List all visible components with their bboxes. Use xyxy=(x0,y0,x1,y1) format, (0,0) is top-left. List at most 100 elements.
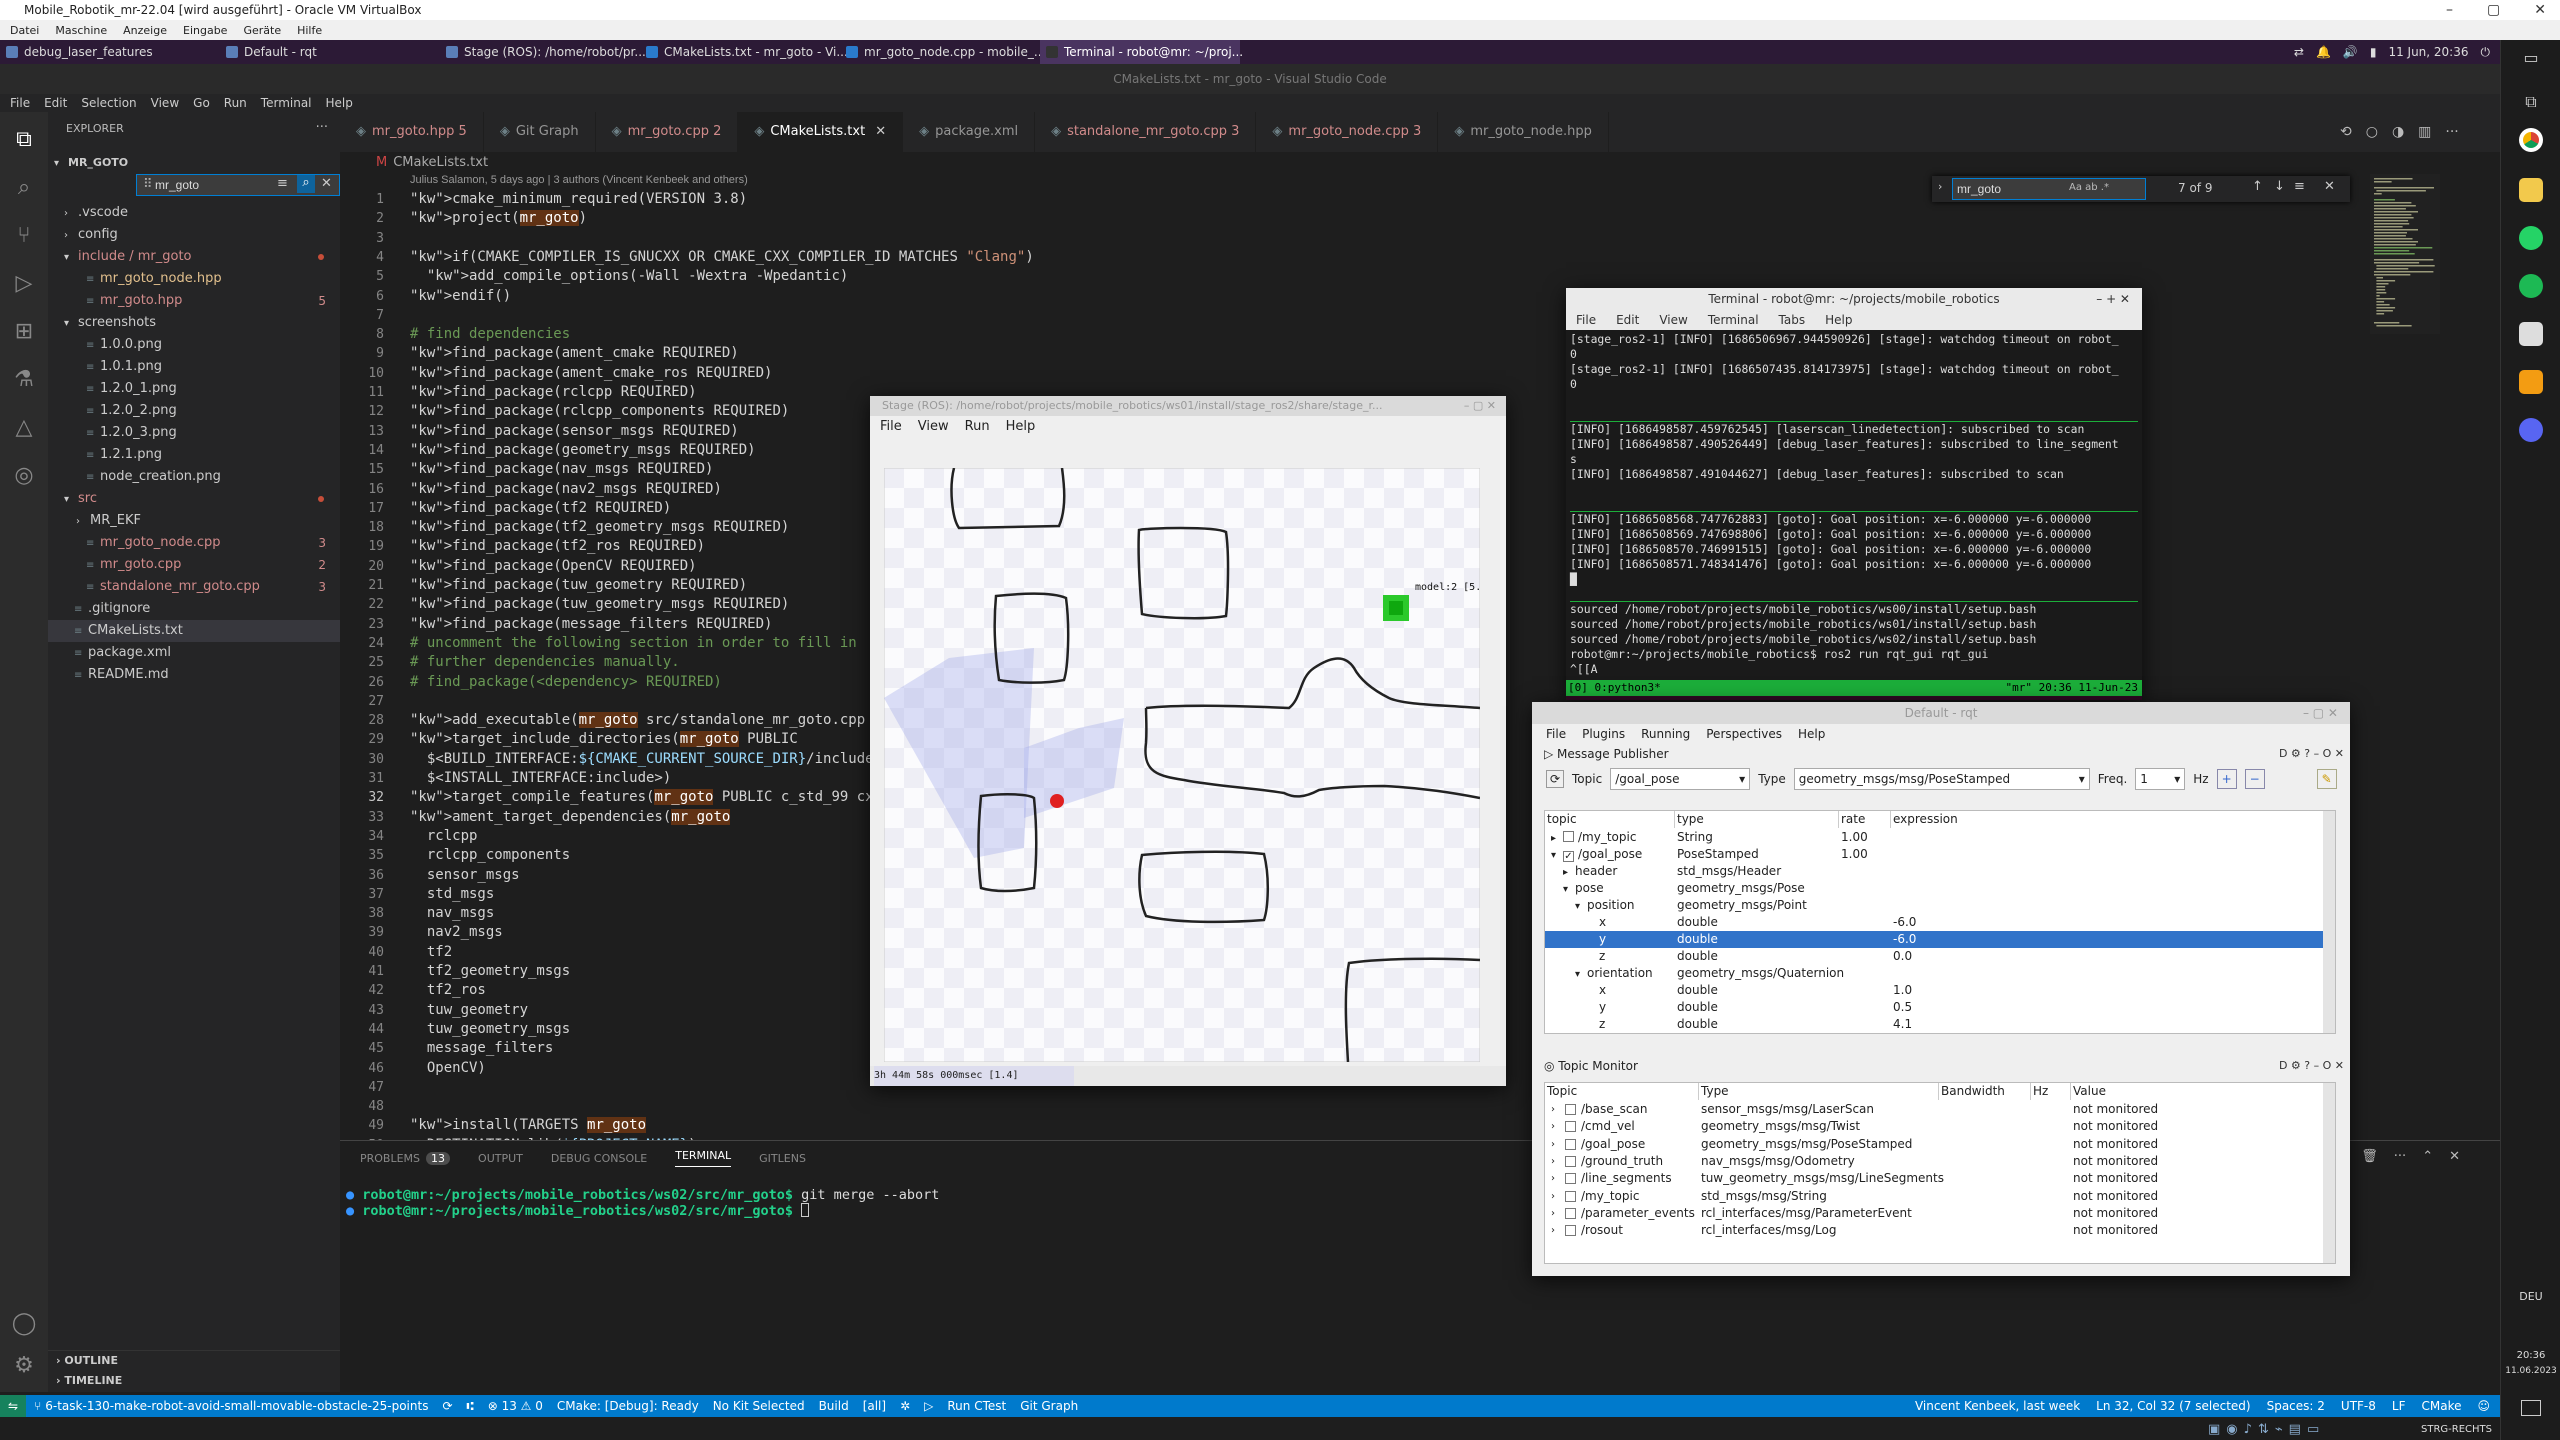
publisher-row[interactable]: z double 0.0 xyxy=(1545,948,2325,965)
notification-center-icon[interactable] xyxy=(2521,1400,2541,1416)
rqt-menu-running[interactable]: Running xyxy=(1641,727,1690,741)
debug-icon[interactable]: ✲ xyxy=(900,1399,910,1413)
language-mode[interactable]: CMake xyxy=(2421,1399,2461,1413)
rqt-menu-plugins[interactable]: Plugins xyxy=(1582,727,1625,741)
git-graph-button[interactable]: Git Graph xyxy=(1020,1399,1078,1413)
row-expression[interactable]: -6.0 xyxy=(1893,914,1916,931)
rqt-menu-perspectives[interactable]: Perspectives xyxy=(1706,727,1782,741)
stage-menu-view[interactable]: View xyxy=(918,419,949,434)
chevron-right-icon[interactable]: ▸ xyxy=(1563,864,1575,881)
encoding[interactable]: UTF-8 xyxy=(2341,1399,2376,1413)
editor-tab[interactable]: ◈ mr_goto.cpp 2 xyxy=(596,112,739,152)
window-controls[interactable]: – ▢ ✕ xyxy=(2303,702,2338,724)
kill-terminal-icon[interactable]: 🗑 xyxy=(2361,1149,2378,1164)
chevron-right-icon[interactable]: › xyxy=(1551,1170,1555,1187)
cmake-icon[interactable]: △ xyxy=(10,414,38,442)
menu-file[interactable]: File xyxy=(10,96,30,110)
editor-tab[interactable]: ◈ Git Graph xyxy=(484,112,596,152)
tree-folder[interactable]: › config xyxy=(48,224,340,246)
editor-tab[interactable]: ◈ standalone_mr_goto.cpp 3 xyxy=(1035,112,1257,152)
monitor-row[interactable]: › /cmd_vel geometry_msgs/msg/Twist not moni… xyxy=(1545,1118,2325,1135)
tree-folder[interactable]: ▾ screenshots xyxy=(48,312,340,334)
clear-icon[interactable]: ✎ xyxy=(2316,769,2337,789)
tree-file[interactable]: ≡ 1.2.0_3.png xyxy=(48,422,340,444)
eol[interactable]: LF xyxy=(2392,1399,2406,1413)
publisher-row[interactable]: ▸ header std_msgs/Header xyxy=(1545,863,2325,880)
publisher-row[interactable]: ▾ position geometry_msgs/Point xyxy=(1545,897,2325,914)
close-find-icon[interactable]: ✕ xyxy=(2324,179,2335,194)
vbox-menu-maschine[interactable]: Maschine xyxy=(55,24,107,37)
term-menu-edit[interactable]: Edit xyxy=(1616,313,1639,327)
optical-icon[interactable]: ◉ xyxy=(2226,1422,2237,1437)
stage-menu-help[interactable]: Help xyxy=(1006,419,1036,434)
display-icon[interactable]: ▭ xyxy=(2307,1422,2319,1437)
filter-icon[interactable]: ≡ xyxy=(277,176,288,191)
editor-tab[interactable]: ◈ package.xml xyxy=(903,112,1036,152)
source-control-icon[interactable]: ⑂ xyxy=(10,222,38,250)
next-match-icon[interactable]: ↓ xyxy=(2274,179,2285,194)
integrated-terminal[interactable]: ● robot@mr:~/projects/mobile_robotics/ws… xyxy=(346,1187,939,1219)
menu-view[interactable]: View xyxy=(151,96,179,110)
git-graph-icon[interactable]: ⑆ xyxy=(467,1399,474,1413)
find-input[interactable] xyxy=(1957,180,2067,198)
more-icon[interactable]: ··· xyxy=(2394,1149,2406,1164)
monitor-row[interactable]: › /parameter_events rcl_interfaces/msg/Par… xyxy=(1545,1205,2325,1222)
term-menu-tabs[interactable]: Tabs xyxy=(1779,313,1806,327)
task-terminal[interactable]: Terminal - robot@mr: ~/proj... xyxy=(1040,40,1243,64)
tree-folder[interactable]: › MR_EKF xyxy=(48,510,340,532)
publisher-row[interactable]: x double 1.0 xyxy=(1545,982,2325,999)
terminal-output[interactable]: [stage_ros2-1] [INFO] [1686506967.944590… xyxy=(1566,330,2142,680)
language-indicator[interactable]: DEU xyxy=(2509,1290,2553,1303)
col-topic[interactable]: Topic xyxy=(1545,1083,1699,1100)
monitor-checkbox[interactable] xyxy=(1565,1121,1576,1133)
tree-file[interactable]: ≡ README.md xyxy=(48,664,340,686)
problems-status[interactable]: ⊗ 13 ⚠ 0 xyxy=(488,1399,543,1413)
tree-file[interactable]: ≡ 1.2.0_1.png xyxy=(48,378,340,400)
chevron-right-icon[interactable]: › xyxy=(1551,1222,1555,1239)
panel-tab[interactable]: DEBUG CONSOLE xyxy=(551,1152,647,1165)
col-hz[interactable]: Hz xyxy=(2031,1083,2071,1100)
clock-date[interactable]: 11.06.2023 xyxy=(2501,1366,2560,1376)
rqt-menu-help[interactable]: Help xyxy=(1798,727,1825,741)
tree-file[interactable]: ≡ mr_goto.hpp 5 xyxy=(48,290,340,312)
monitor-checkbox[interactable] xyxy=(1565,1104,1576,1115)
spotify-icon[interactable] xyxy=(2519,274,2543,298)
timeline-section[interactable]: › TIMELINE xyxy=(48,1371,340,1391)
tree-file[interactable]: ≡ 1.2.1.png xyxy=(48,444,340,466)
publisher-row[interactable]: z double 4.1 xyxy=(1545,1016,2325,1033)
monitor-checkbox[interactable] xyxy=(1565,1173,1576,1185)
monitor-checkbox[interactable] xyxy=(1565,1155,1576,1167)
chevron-down-icon[interactable]: ▾ xyxy=(1575,898,1587,915)
window-controls[interactable]: – + ✕ xyxy=(2096,288,2130,310)
editor-tab[interactable]: ◈ mr_goto_node.hpp xyxy=(1438,112,1609,152)
tree-folder[interactable]: › .vscode xyxy=(48,202,340,224)
tree-file[interactable]: ≡ .gitignore xyxy=(48,598,340,620)
explorer-icon[interactable]: ⧉ xyxy=(10,126,38,154)
menu-run[interactable]: Run xyxy=(224,96,247,110)
blame-status[interactable]: Vincent Kenbeek, last week xyxy=(1915,1399,2080,1413)
rqt-menu-file[interactable]: File xyxy=(1546,727,1566,741)
close-filter-icon[interactable]: ✕ xyxy=(321,176,332,191)
chevron-right-icon[interactable]: › xyxy=(1551,1118,1555,1135)
panel-tab[interactable]: PROBLEMS 13 xyxy=(360,1151,451,1165)
account-icon[interactable]: ◯ xyxy=(10,1310,38,1338)
volume-icon[interactable]: 🔊 xyxy=(2343,40,2358,64)
stage-menu-file[interactable]: File xyxy=(880,419,902,434)
close-panel-icon[interactable]: ✕ xyxy=(2449,1149,2460,1164)
panel-clock[interactable]: 11 Jun, 20:36 xyxy=(2388,40,2468,64)
chevron-down-icon[interactable]: ▾ xyxy=(1563,881,1575,898)
fuzzy-match-icon[interactable]: ⌕ xyxy=(297,175,315,193)
monitor-row[interactable]: › /base_scan sensor_msgs/msg/LaserScan not … xyxy=(1545,1101,2325,1118)
tree-file[interactable]: ≡ mr_goto.cpp 2 xyxy=(48,554,340,576)
tree-file[interactable]: ≡ package.xml xyxy=(48,642,340,664)
tree-file[interactable]: ≡ 1.0.1.png xyxy=(48,356,340,378)
col-value[interactable]: Value xyxy=(2071,1083,2335,1100)
files-icon[interactable] xyxy=(2519,178,2543,202)
row-expression[interactable]: -6.0 xyxy=(1893,931,1916,948)
network-icon[interactable]: ⇅ xyxy=(2258,1422,2269,1437)
task-stage[interactable]: Stage (ROS): /home/robot/pr... xyxy=(440,40,646,64)
tree-file[interactable]: ≡ 1.0.0.png xyxy=(48,334,340,356)
tree-file[interactable]: ≡ mr_goto_node.cpp 3 xyxy=(48,532,340,554)
git-branch[interactable]: 6-task-130-make-robot-avoid-small-movabl… xyxy=(45,1399,428,1413)
minimize-icon[interactable]: – xyxy=(2446,0,2453,20)
